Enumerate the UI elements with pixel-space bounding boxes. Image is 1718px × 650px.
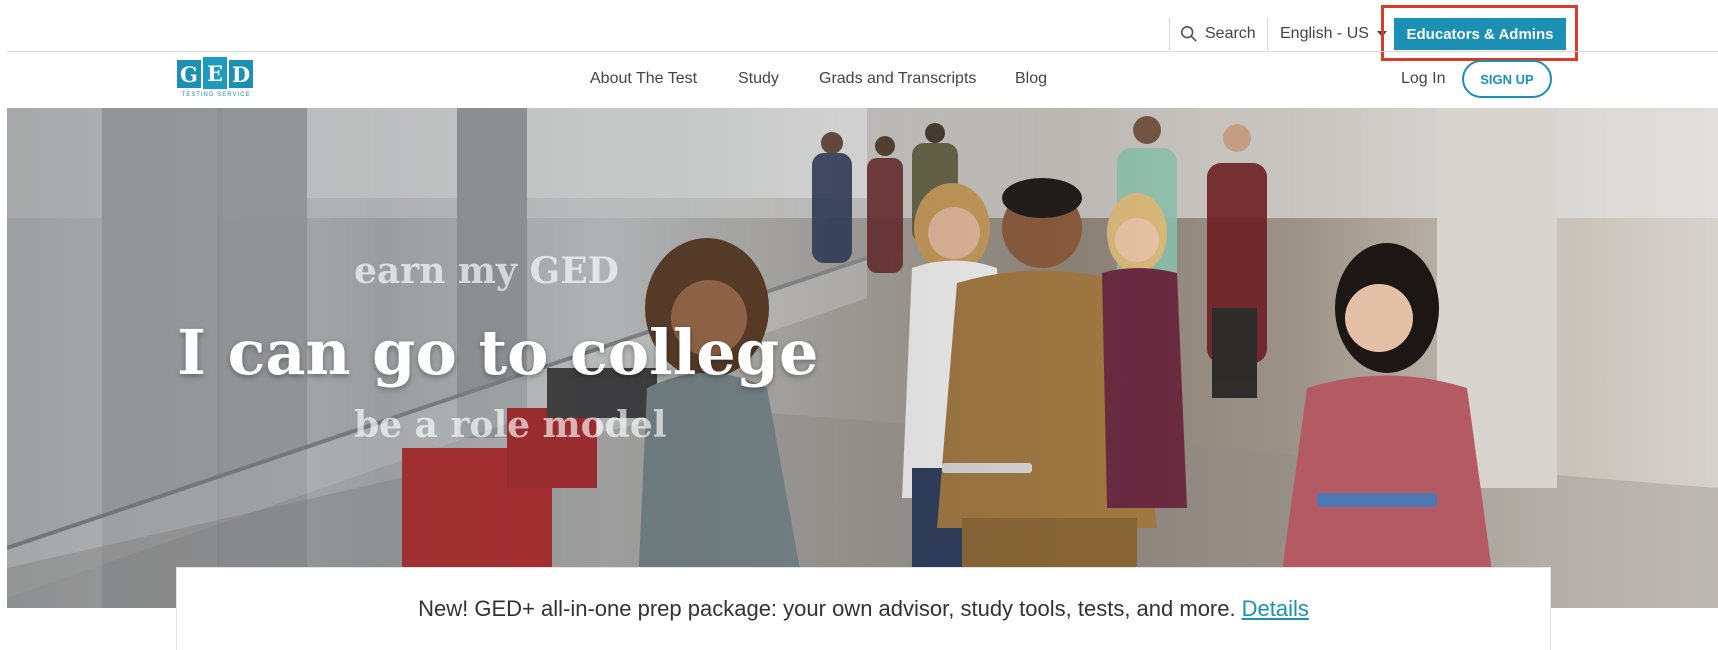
main-nav: G E D TESTING SERVICE About The Test Stu… bbox=[0, 52, 1718, 108]
language-selector[interactable]: English - US bbox=[1280, 20, 1387, 48]
login-link[interactable]: Log In bbox=[1401, 70, 1445, 88]
language-label: English - US bbox=[1280, 25, 1369, 42]
divider bbox=[1169, 18, 1170, 50]
divider bbox=[1267, 18, 1268, 50]
search-button[interactable]: Search bbox=[1180, 20, 1256, 48]
announcement-text: New! GED+ all-in-one prep package: your … bbox=[418, 596, 1236, 621]
hero-headline: I can go to college bbox=[177, 316, 819, 389]
announcement-banner: New! GED+ all-in-one prep package: your … bbox=[176, 567, 1551, 650]
nav-link-blog[interactable]: Blog bbox=[1015, 70, 1047, 88]
signup-button[interactable]: SIGN UP bbox=[1462, 60, 1552, 98]
logo-tagline: TESTING SERVICE bbox=[181, 92, 251, 98]
hero-line-bottom: be a role model bbox=[354, 404, 667, 446]
logo-letter: D bbox=[229, 60, 253, 88]
details-link[interactable]: Details bbox=[1242, 596, 1309, 622]
search-icon bbox=[1180, 25, 1197, 42]
nav-link-grads-transcripts[interactable]: Grads and Transcripts bbox=[819, 70, 976, 88]
search-label: Search bbox=[1205, 25, 1256, 42]
nav-link-study[interactable]: Study bbox=[738, 70, 779, 88]
hero-line-top: earn my GED bbox=[354, 250, 619, 292]
logo-letter: E bbox=[203, 57, 227, 89]
logo-tiles: G E D bbox=[177, 57, 255, 89]
hero-banner: earn my GED I can go to college be a rol… bbox=[7, 108, 1718, 608]
nav-link-about-the-test[interactable]: About The Test bbox=[590, 70, 697, 88]
ged-logo[interactable]: G E D TESTING SERVICE bbox=[177, 57, 255, 104]
logo-letter: G bbox=[177, 60, 201, 88]
educators-admins-button[interactable]: Educators & Admins bbox=[1394, 18, 1566, 50]
utility-bar: Search English - US Educators & Admins bbox=[0, 0, 1718, 61]
